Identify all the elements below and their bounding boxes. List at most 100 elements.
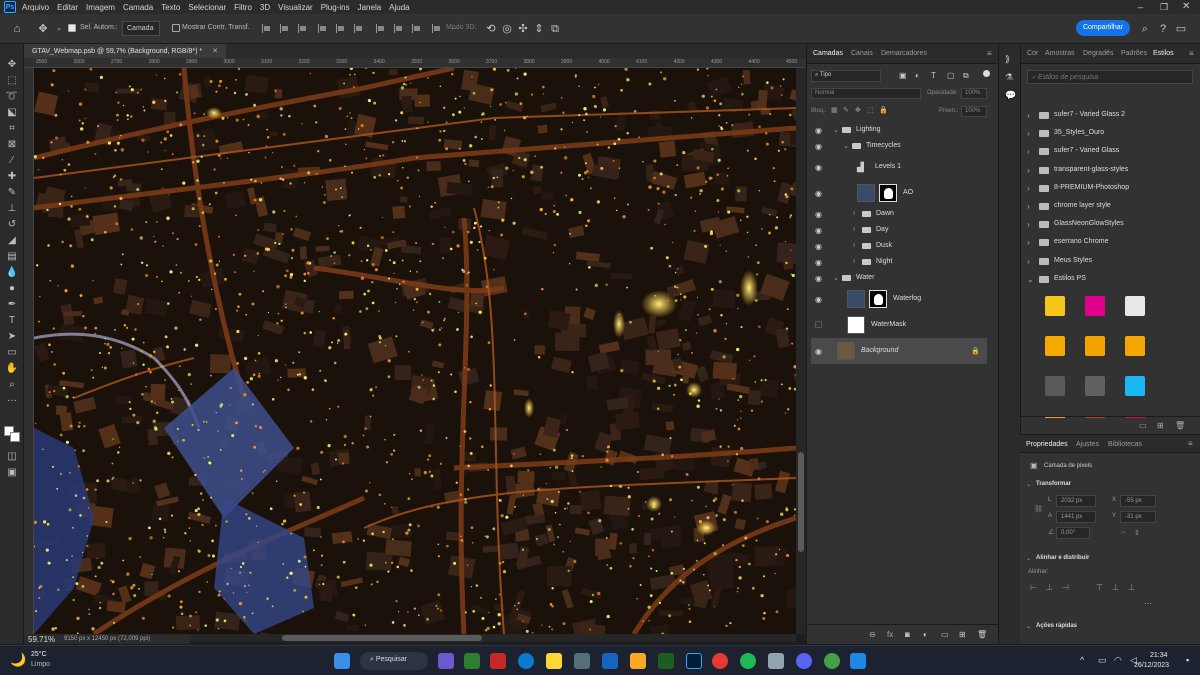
frame-tool-icon[interactable]: ⊠ [4,138,20,152]
home-icon[interactable]: ⌂ [10,22,24,36]
outlook-icon[interactable] [602,653,618,669]
tab-adjustments[interactable]: Ajustes [1076,441,1099,448]
more-options-icon[interactable]: ··· [1144,599,1152,608]
group-toggle-icon[interactable]: ⌄ [833,274,839,282]
folder-toggle-icon[interactable]: › [1027,147,1030,156]
align-top-icon[interactable] [318,24,328,33]
excel-icon[interactable] [658,653,674,669]
workspace-icon[interactable]: ▭ [1174,22,1188,36]
gradient-tool-icon[interactable]: ▤ [4,250,20,264]
new-group-icon[interactable]: ▭ [941,630,949,639]
visibility-eye-icon[interactable]: ◉ [815,210,822,219]
align-right-icon[interactable] [298,24,308,33]
task-view-icon[interactable] [438,653,454,669]
align-bottom-edges-icon[interactable]: ⊥ [1128,583,1135,592]
visibility-eye-icon[interactable] [815,321,822,328]
filter-pixel-icon[interactable]: ▣ [899,71,907,80]
brush-tool-icon[interactable]: ✎ [4,186,20,200]
tab-paths[interactable]: Demarcadores [881,50,927,57]
zoom-tool-icon[interactable]: ⌕ [4,378,20,392]
orbit-3d-icon[interactable]: ⟲ [484,22,498,36]
visibility-eye-icon[interactable]: ◉ [815,274,822,283]
photos-icon[interactable] [574,653,590,669]
notifications-icon[interactable]: ▪ [1186,655,1189,665]
clock-time[interactable]: 21:34 [1150,652,1168,659]
style-swatch[interactable] [1085,376,1105,396]
maximize-icon[interactable]: ❐ [1160,2,1168,13]
lasso-tool-icon[interactable]: ➰ [4,90,20,104]
widgets-icon[interactable] [464,653,480,669]
vertical-scroll-thumb[interactable] [798,452,804,552]
object-select-tool-icon[interactable]: ⬕ [4,106,20,120]
layer-row[interactable]: WaterMask [811,312,987,338]
horizontal-scrollbar[interactable] [190,634,796,642]
search-icon[interactable]: ⌕ [1138,22,1152,36]
distribute-vcenter-icon[interactable] [394,24,404,33]
layer-style-icon[interactable]: fx [887,630,893,639]
layer-row[interactable]: ◉ AO [811,180,987,206]
wifi-icon[interactable]: ◠ [1114,655,1122,666]
lock-all-icon[interactable]: 🔒 [879,106,888,114]
delete-layer-icon[interactable]: 🗑 [977,630,987,639]
notepad-icon[interactable] [768,653,784,669]
tab-patterns[interactable]: Padrões [1121,50,1147,57]
style-swatch[interactable] [1125,336,1145,356]
lock-position-icon[interactable]: ✥ [855,106,861,114]
path-select-icon[interactable]: ➤ [4,330,20,344]
style-swatch[interactable] [1085,336,1105,356]
visibility-eye-icon[interactable]: ◉ [815,347,822,356]
lock-artboard-icon[interactable]: ⬚ [867,106,874,114]
rectangle-tool-icon[interactable]: ▭ [4,346,20,360]
add-mask-icon[interactable]: ◙ [905,630,910,639]
auto-select-checkbox[interactable] [68,24,76,32]
screen-mode-icon[interactable]: ▣ [4,466,20,480]
crop-tool-icon[interactable]: ⌗ [4,122,20,136]
more-tools-icon[interactable]: ··· [4,394,20,408]
layer-mask-thumbnail[interactable] [869,290,887,308]
filter-type-icon[interactable]: T [931,71,936,80]
layer-row[interactable]: ◉ ⌄ Timecycles [811,138,987,154]
visibility-eye-icon[interactable]: ◉ [815,226,822,235]
new-layer-icon[interactable]: ⊞ [959,630,966,639]
style-folder-item[interactable]: ⌄ Estilos PS [1027,272,1191,288]
transform-controls-checkbox[interactable] [172,24,180,32]
link-proportions-icon[interactable]: ⛓ [1034,505,1043,513]
menu-layer[interactable]: Camada [123,3,153,12]
fill-field[interactable]: 100% [961,106,987,117]
opacity-field[interactable]: 100% [961,88,987,99]
style-folder-item[interactable]: › sufer7 - Varied Glass 2 [1027,108,1191,124]
style-swatch[interactable] [1085,296,1105,316]
document-tab[interactable]: GTAV_Webmap.psb @ 59,7% (Background, RGB… [24,44,226,58]
app-icon[interactable] [490,653,506,669]
move-tool-icon[interactable]: ✥ [4,58,20,72]
align-middle-icon[interactable] [336,24,346,33]
menu-select[interactable]: Selecionar [188,3,226,12]
align-bottom-icon[interactable] [354,24,364,33]
folder-toggle-icon[interactable]: › [1027,184,1030,193]
width-field[interactable]: 2032 px [1056,495,1096,507]
align-h-centers-icon[interactable]: ⊥ [1046,583,1053,592]
zoom-level[interactable]: 59.71% [28,635,55,644]
align-top-edges-icon[interactable]: ⊤ [1096,583,1103,592]
folder-toggle-icon[interactable]: › [1027,220,1030,229]
panel-menu-icon[interactable]: ≡ [987,49,992,58]
collapse-chevron-icon[interactable]: ⌄ [1026,623,1031,630]
folder-toggle-icon[interactable]: › [1027,129,1030,138]
tab-libraries[interactable]: Bibliotecas [1108,441,1142,448]
group-toggle-icon[interactable]: › [853,258,855,265]
type-tool-icon[interactable]: T [4,314,20,328]
drag-3d-icon[interactable]: ✣ [516,22,530,36]
weather-icon[interactable]: 🌙 [10,652,26,668]
align-right-edges-icon[interactable]: ⊣ [1062,583,1069,592]
visibility-eye-icon[interactable]: ◉ [815,242,822,251]
tab-swatches[interactable]: Amostras [1045,50,1075,57]
link-layers-icon[interactable]: ⊖ [869,630,876,639]
flip-horizontal-icon[interactable]: ⇔ [1120,529,1127,536]
style-folder-item[interactable]: › Meus Styles [1027,254,1191,270]
menu-plugins[interactable]: Plug-ins [321,3,350,12]
flip-vertical-icon[interactable]: ⇕ [1134,529,1140,537]
distribute-bottom-icon[interactable] [412,24,422,33]
style-swatch[interactable] [1045,296,1065,316]
layer-row[interactable]: ◉ ⌄ Lighting [811,122,987,138]
blur-tool-icon[interactable]: 💧 [4,266,20,280]
